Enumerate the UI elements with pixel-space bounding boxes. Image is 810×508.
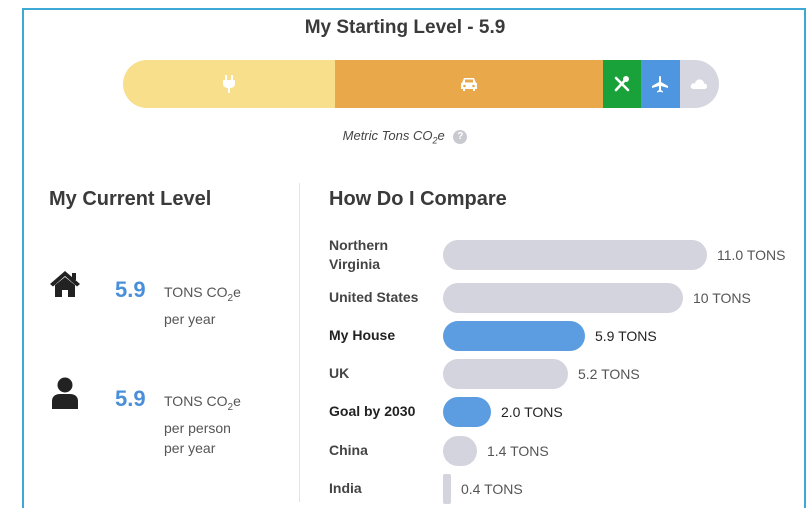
person-unit-period: per year [164,439,216,456]
segment-air-travel[interactable] [641,60,680,108]
compare-row-label: India [329,479,362,498]
compare-value-label: 10 TONS [693,290,751,306]
house-icon [49,270,81,303]
compare-row-label: My House [329,326,395,345]
units-note-prefix: Metric Tons CO [342,128,433,143]
compare-row-label-line1: China [329,442,368,458]
compare-row-label: China [329,441,368,460]
person-tons-value: 5.9 [115,386,146,411]
column-divider [299,183,300,502]
segment-home-energy[interactable] [123,60,336,108]
car-icon [459,76,479,92]
compare-row-label-line1: UK [329,365,350,381]
compare-row-label-line1: My House [329,327,396,343]
compare-value-label: 11.0 TONS [717,247,786,263]
compare-value-label: 5.2 TONS [578,366,640,382]
compare-row-label: UK [329,364,349,383]
house-tons-value: 5.9 [115,277,146,302]
person-tons-unit: TONS CO2e per person per year [164,391,241,458]
cloud-icon [690,78,708,90]
segment-car[interactable] [335,60,603,108]
person-unit-prefix: TONS CO [164,393,228,409]
compare-bar [443,240,707,270]
compare-bar [443,474,451,504]
compare-row-label-line1: Goal by 2030 [329,403,416,419]
house-unit-suffix: e [233,284,241,300]
compare-row-label: Northern Virginia [329,236,388,274]
compare-row-label-line1: United States [329,289,419,305]
person-icon [52,377,78,414]
compare-bar [443,359,568,389]
compare-value-label: 1.4 TONS [487,443,549,459]
current-level-heading: My Current Level [49,188,212,210]
person-unit-suffix: e [233,393,241,409]
compare-bar [443,397,491,427]
emissions-breakdown-bar [123,60,719,108]
utensils-icon [612,74,632,94]
compare-row-label: United States [329,288,418,307]
units-note-suffix: e [437,128,445,143]
compare-bar [443,283,683,313]
units-note: Metric Tons CO2e ? [0,128,810,146]
compare-value-label: 0.4 TONS [461,481,523,497]
plug-icon [222,75,236,93]
page-title: My Starting Level - 5.9 [304,17,506,38]
airplane-icon [651,75,669,93]
compare-row-label: Goal by 2030 [329,402,415,421]
compare-heading: How Do I Compare [329,188,507,210]
person-unit-per-person: per person [164,419,231,436]
compare-bar [443,436,477,466]
compare-row-label-line1: India [329,480,362,496]
compare-value-label: 5.9 TONS [595,328,657,344]
house-tons-unit: TONS CO2e per year [164,282,241,329]
compare-row-label-line2: Virginia [329,256,381,272]
house-unit-prefix: TONS CO [164,284,228,300]
segment-food[interactable] [602,60,642,108]
house-unit-period: per year [164,310,216,327]
compare-row-label-line1: Northern [329,237,389,253]
compare-bar [443,321,585,351]
help-icon[interactable]: ? [453,130,468,144]
compare-value-label: 2.0 TONS [501,404,563,420]
